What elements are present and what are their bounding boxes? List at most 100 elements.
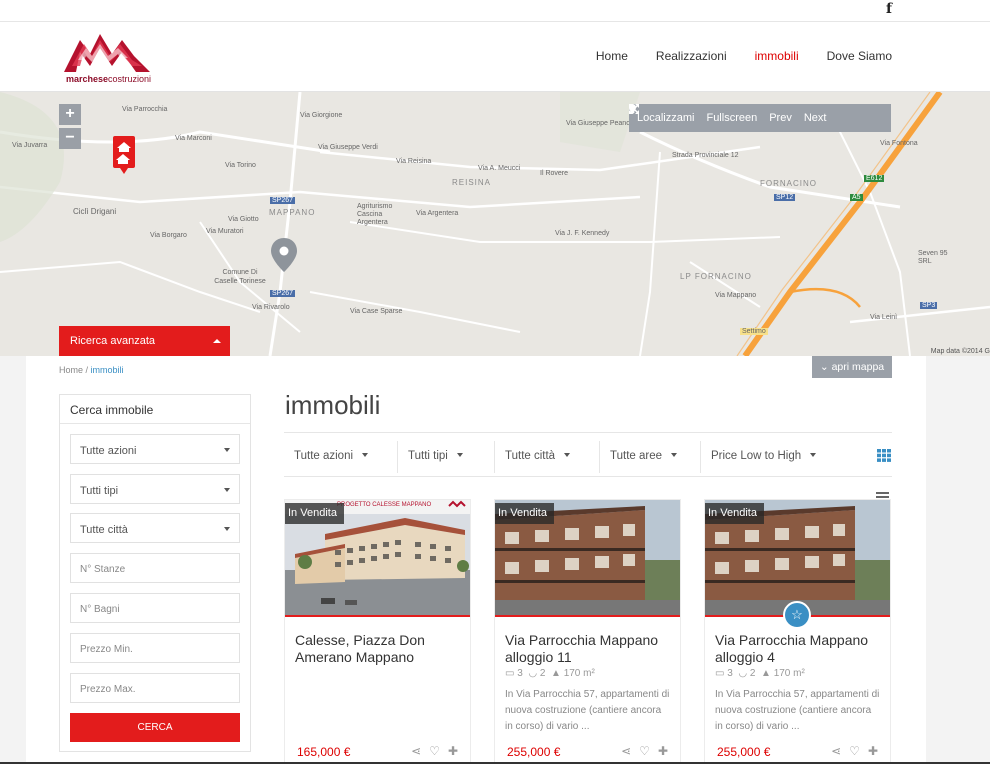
map-label: Via Torino [225, 162, 256, 169]
map-label: Via Muratori [206, 228, 244, 235]
prezzo-min-input[interactable]: Prezzo Min. [70, 633, 240, 663]
nav-immobili[interactable]: immobili [755, 49, 799, 63]
property-meta: ▭ 3 ◡ 2 ▲ 170 m² [505, 668, 595, 679]
divider [397, 441, 398, 473]
featured-star-icon: ☆ [783, 601, 811, 629]
breadcrumb-current[interactable]: immobili [91, 365, 124, 375]
map-label: Via Reisina [396, 158, 432, 165]
map-label: Settimo [740, 328, 768, 335]
stanze-input[interactable]: N° Stanze [70, 553, 240, 583]
caret-down-icon [810, 453, 817, 457]
share-icon[interactable]: ⋖ [831, 744, 841, 758]
property-marker-icon[interactable] [111, 136, 137, 176]
map-label: Via A. Meucci [478, 165, 521, 172]
citta-select[interactable]: Tutte città [70, 513, 240, 543]
area-icon: ▲ [761, 668, 771, 679]
ricerca-avanzata-button[interactable]: Ricerca avanzata [59, 326, 230, 356]
map-label: FORNACINO [760, 179, 817, 188]
map-label: Via Rivarolo [252, 304, 290, 311]
tipi-select[interactable]: Tutti tipi [70, 474, 240, 504]
caret-up-icon [213, 339, 221, 343]
page-title: immobili [285, 390, 381, 420]
filter-sort[interactable]: Price Low to High [711, 440, 817, 474]
bed-icon: ▭ [715, 668, 725, 679]
property-description: In Via Parrocchia 57, appartamenti di nu… [715, 689, 880, 732]
logo-text: marchesecostruzioni [66, 74, 152, 84]
map-label: MAPPANO [269, 208, 316, 217]
chevron-right-icon [629, 104, 635, 114]
bath-icon: ◡ [738, 668, 748, 679]
map-label: Via Giotto [228, 216, 259, 223]
fullscreen-button[interactable]: Fullscreen [629, 104, 757, 124]
map[interactable]: Via Juvarra Via Parrocchia Via Marconi V… [0, 92, 990, 356]
filter-azioni[interactable]: Tutte azioni [294, 440, 369, 474]
divider [284, 432, 892, 433]
filter-citta[interactable]: Tutte città [505, 440, 571, 474]
map-label: Via Marconi [175, 135, 212, 142]
road-shield: SP3 [920, 302, 938, 309]
filter-bar: Tutte azioni Tutti tipi Tutte città Tutt… [284, 440, 892, 474]
property-card[interactable]: In Vendita Via Parrocchia Mappano allogg… [494, 499, 681, 764]
heart-icon[interactable]: ♡ [849, 744, 860, 758]
zoom-out-button[interactable]: − [59, 128, 81, 149]
map-label: Via Borgaro [150, 232, 187, 239]
map-label: Via Fontona [880, 140, 918, 147]
map-label: Via Giorgione [300, 112, 343, 119]
map-copyright: Map data ©2014 G [930, 348, 990, 355]
property-card[interactable]: PROGETTO CALESSE MAPPANO In Vendita Cale… [284, 499, 471, 764]
filter-aree[interactable]: Tutte aree [610, 440, 677, 474]
prev-button[interactable]: Prev [629, 104, 792, 124]
sidebar-title: Cerca immobile [60, 395, 250, 424]
property-title[interactable]: Via Parrocchia Mappano alloggio 4 [715, 632, 887, 666]
azioni-select[interactable]: Tutte azioni [70, 434, 240, 464]
map-label: REISINA [452, 178, 492, 187]
localizzami-button[interactable]: Localizzami [629, 104, 694, 124]
heart-icon[interactable]: ♡ [639, 744, 650, 758]
next-button[interactable]: Next [629, 104, 826, 124]
plus-icon[interactable]: ✚ [658, 744, 668, 758]
divider [700, 441, 701, 473]
breadcrumb-home[interactable]: Home [59, 365, 83, 375]
caret-down-icon [362, 453, 369, 457]
nav-dove-siamo[interactable]: Dove Siamo [827, 49, 892, 63]
logo[interactable]: marchesecostruzioni [64, 26, 164, 88]
map-label: Via Leinì [870, 314, 898, 321]
grid-view-icon[interactable] [877, 449, 891, 462]
map-label: Via Giuseppe Verdi [318, 144, 378, 151]
property-title[interactable]: Calesse, Piazza Don Amerano Mappano [295, 632, 467, 666]
map-label: Via Mappano [715, 292, 757, 299]
property-title[interactable]: Via Parrocchia Mappano alloggio 11 [505, 632, 677, 666]
top-bar: f [0, 0, 990, 22]
main-nav: Home Realizzazioni immobili Dove Siamo [596, 49, 892, 63]
property-card[interactable]: In Vendita ☆ Via Parrocchia Mappano allo… [704, 499, 891, 764]
share-icon[interactable]: ⋖ [621, 744, 631, 758]
heart-icon[interactable]: ♡ [429, 744, 440, 758]
property-price: 165,000 € [297, 745, 351, 759]
logo-mark-icon [64, 34, 150, 72]
nav-realizzazioni[interactable]: Realizzazioni [656, 49, 727, 63]
status-badge: In Vendita [495, 503, 554, 524]
location-pin-icon[interactable] [271, 238, 297, 274]
facebook-icon[interactable]: f [886, 1, 892, 17]
road-shield: SP12 [774, 194, 796, 201]
share-icon[interactable]: ⋖ [411, 744, 421, 758]
nav-home[interactable]: Home [596, 49, 628, 63]
cerca-button[interactable]: CERCA [70, 713, 240, 742]
filter-tipi[interactable]: Tutti tipi [408, 440, 463, 474]
bath-icon: ◡ [528, 668, 538, 679]
zoom-in-button[interactable]: + [59, 104, 81, 125]
prezzo-max-input[interactable]: Prezzo Max. [70, 673, 240, 703]
caret-down-icon [564, 453, 571, 457]
caret-down-icon [671, 453, 677, 457]
status-badge: In Vendita [705, 503, 764, 524]
map-label: Via Argentera [416, 210, 459, 217]
bed-icon: ▭ [505, 668, 515, 679]
map-label: Ciclì Drigani [73, 207, 117, 216]
apri-mappa-button[interactable]: ⌄ apri mappa [812, 356, 892, 378]
bagni-input[interactable]: N° Bagni [70, 593, 240, 623]
plus-icon[interactable]: ✚ [448, 744, 458, 758]
map-toolbar: Localizzami Fullscreen Prev Next [629, 104, 891, 132]
map-label: Via Giuseppe Peano [566, 120, 631, 127]
map-label: LP FORNACINO [680, 272, 752, 281]
plus-icon[interactable]: ✚ [868, 744, 878, 758]
